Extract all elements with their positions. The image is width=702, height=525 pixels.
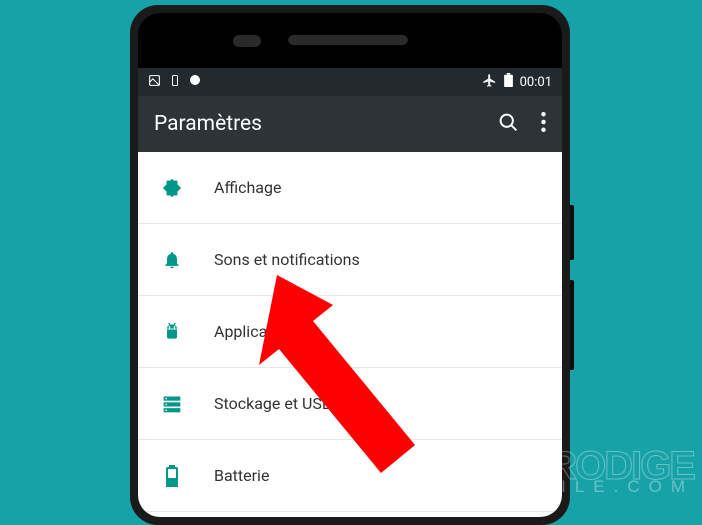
battery-icon	[504, 73, 513, 91]
phone-side-button	[570, 205, 574, 260]
brightness-icon	[158, 177, 186, 199]
phone-speaker	[288, 35, 408, 45]
settings-item-display[interactable]: Affichage	[138, 152, 562, 224]
page-title: Paramètres	[154, 112, 262, 136]
status-bar: 00:01	[138, 68, 562, 96]
settings-item-storage[interactable]: Stockage et USB	[138, 368, 562, 440]
settings-item-label: Affichage	[214, 178, 281, 197]
app-bar: Paramètres	[138, 96, 562, 152]
phone-screen: 00:01 Paramètres Affichage	[138, 13, 562, 517]
storage-icon	[158, 395, 186, 413]
watermark: PRODIGE MOBILE.COM	[495, 451, 694, 494]
battery-icon	[158, 465, 186, 487]
phone-earpiece-area	[138, 13, 562, 68]
status-time: 00:01	[520, 75, 552, 90]
circle-icon	[189, 74, 201, 90]
phone-side-button	[570, 280, 574, 370]
more-icon[interactable]	[541, 112, 546, 136]
bell-icon	[158, 250, 186, 270]
phone-icon	[169, 74, 181, 91]
settings-item-label: Sons et notifications	[214, 250, 360, 269]
search-icon[interactable]	[498, 112, 519, 137]
watermark-line2: MOBILE.COM	[495, 481, 694, 494]
airplane-icon	[482, 73, 497, 92]
android-icon	[158, 321, 186, 343]
settings-item-applications[interactable]: Applications	[138, 296, 562, 368]
phone-frame: 00:01 Paramètres Affichage	[130, 5, 570, 525]
phone-camera	[233, 35, 261, 47]
settings-item-label: Applications	[214, 322, 303, 341]
image-icon	[148, 74, 161, 91]
settings-item-label: Stockage et USB	[214, 394, 332, 413]
settings-item-sound[interactable]: Sons et notifications	[138, 224, 562, 296]
settings-item-label: Batterie	[214, 466, 269, 485]
